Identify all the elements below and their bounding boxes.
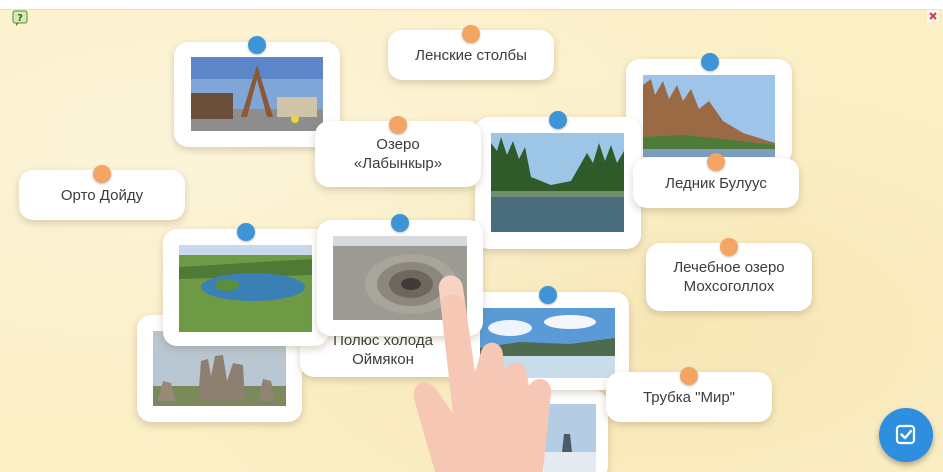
matching-board: ? Полюс холода Оймякон Ленские столбы Ор… (0, 0, 943, 472)
label-text: «Лабынкыр» (353, 155, 443, 172)
label-text: Озеро (376, 136, 420, 153)
blue-pin[interactable] (701, 53, 719, 71)
check-answers-button[interactable] (879, 408, 933, 462)
lena-pillars-photo (643, 75, 775, 157)
svg-text:?: ? (17, 13, 23, 24)
label-text: Ледник Булуус (665, 174, 767, 192)
close-icon[interactable] (927, 10, 939, 22)
photo-card-taiga-river[interactable] (475, 111, 641, 249)
blue-pin[interactable] (237, 223, 255, 241)
label-card-orto-doidu[interactable]: Орто Дойду (19, 165, 185, 220)
label-text: Мохсоголлох (683, 278, 775, 295)
orange-pin[interactable] (720, 238, 738, 256)
label-text: Лечебное озеро (673, 259, 785, 276)
orange-pin[interactable] (680, 367, 698, 385)
label-text: Ленские столбы (415, 46, 527, 64)
taiga-river-photo (491, 133, 624, 232)
village-gate-photo (191, 57, 323, 131)
pointing-hand-icon (413, 275, 552, 472)
label-text: Трубка "Мир" (642, 388, 736, 406)
top-bar (0, 0, 943, 10)
photo-card-tundra-lake[interactable] (163, 223, 329, 346)
orange-pin[interactable] (462, 25, 480, 43)
tundra-lake-photo (179, 245, 312, 332)
orange-pin[interactable] (707, 153, 725, 171)
photo-card-lena-pillars[interactable] (626, 53, 792, 165)
label-card-lenskie-stolby[interactable]: Ленские столбы (388, 25, 554, 80)
label-text: Орто Дойду (60, 186, 144, 204)
blue-pin[interactable] (549, 111, 567, 129)
label-card-lednik-buluus[interactable]: Ледник Булуус (633, 153, 799, 208)
blue-pin[interactable] (391, 214, 409, 232)
label-card-mokhsogollokh[interactable]: Лечебное озеро Мохсоголлох (646, 238, 812, 311)
orange-pin[interactable] (389, 116, 407, 134)
blue-pin[interactable] (248, 36, 266, 54)
orange-pin[interactable] (93, 165, 111, 183)
label-card-trubka-mir[interactable]: Трубка "Мир" (606, 367, 772, 422)
help-icon[interactable]: ? (12, 10, 28, 26)
label-card-ozero-labynkyr[interactable]: Озеро «Лабынкыр» (315, 116, 481, 187)
check-icon (895, 424, 916, 445)
